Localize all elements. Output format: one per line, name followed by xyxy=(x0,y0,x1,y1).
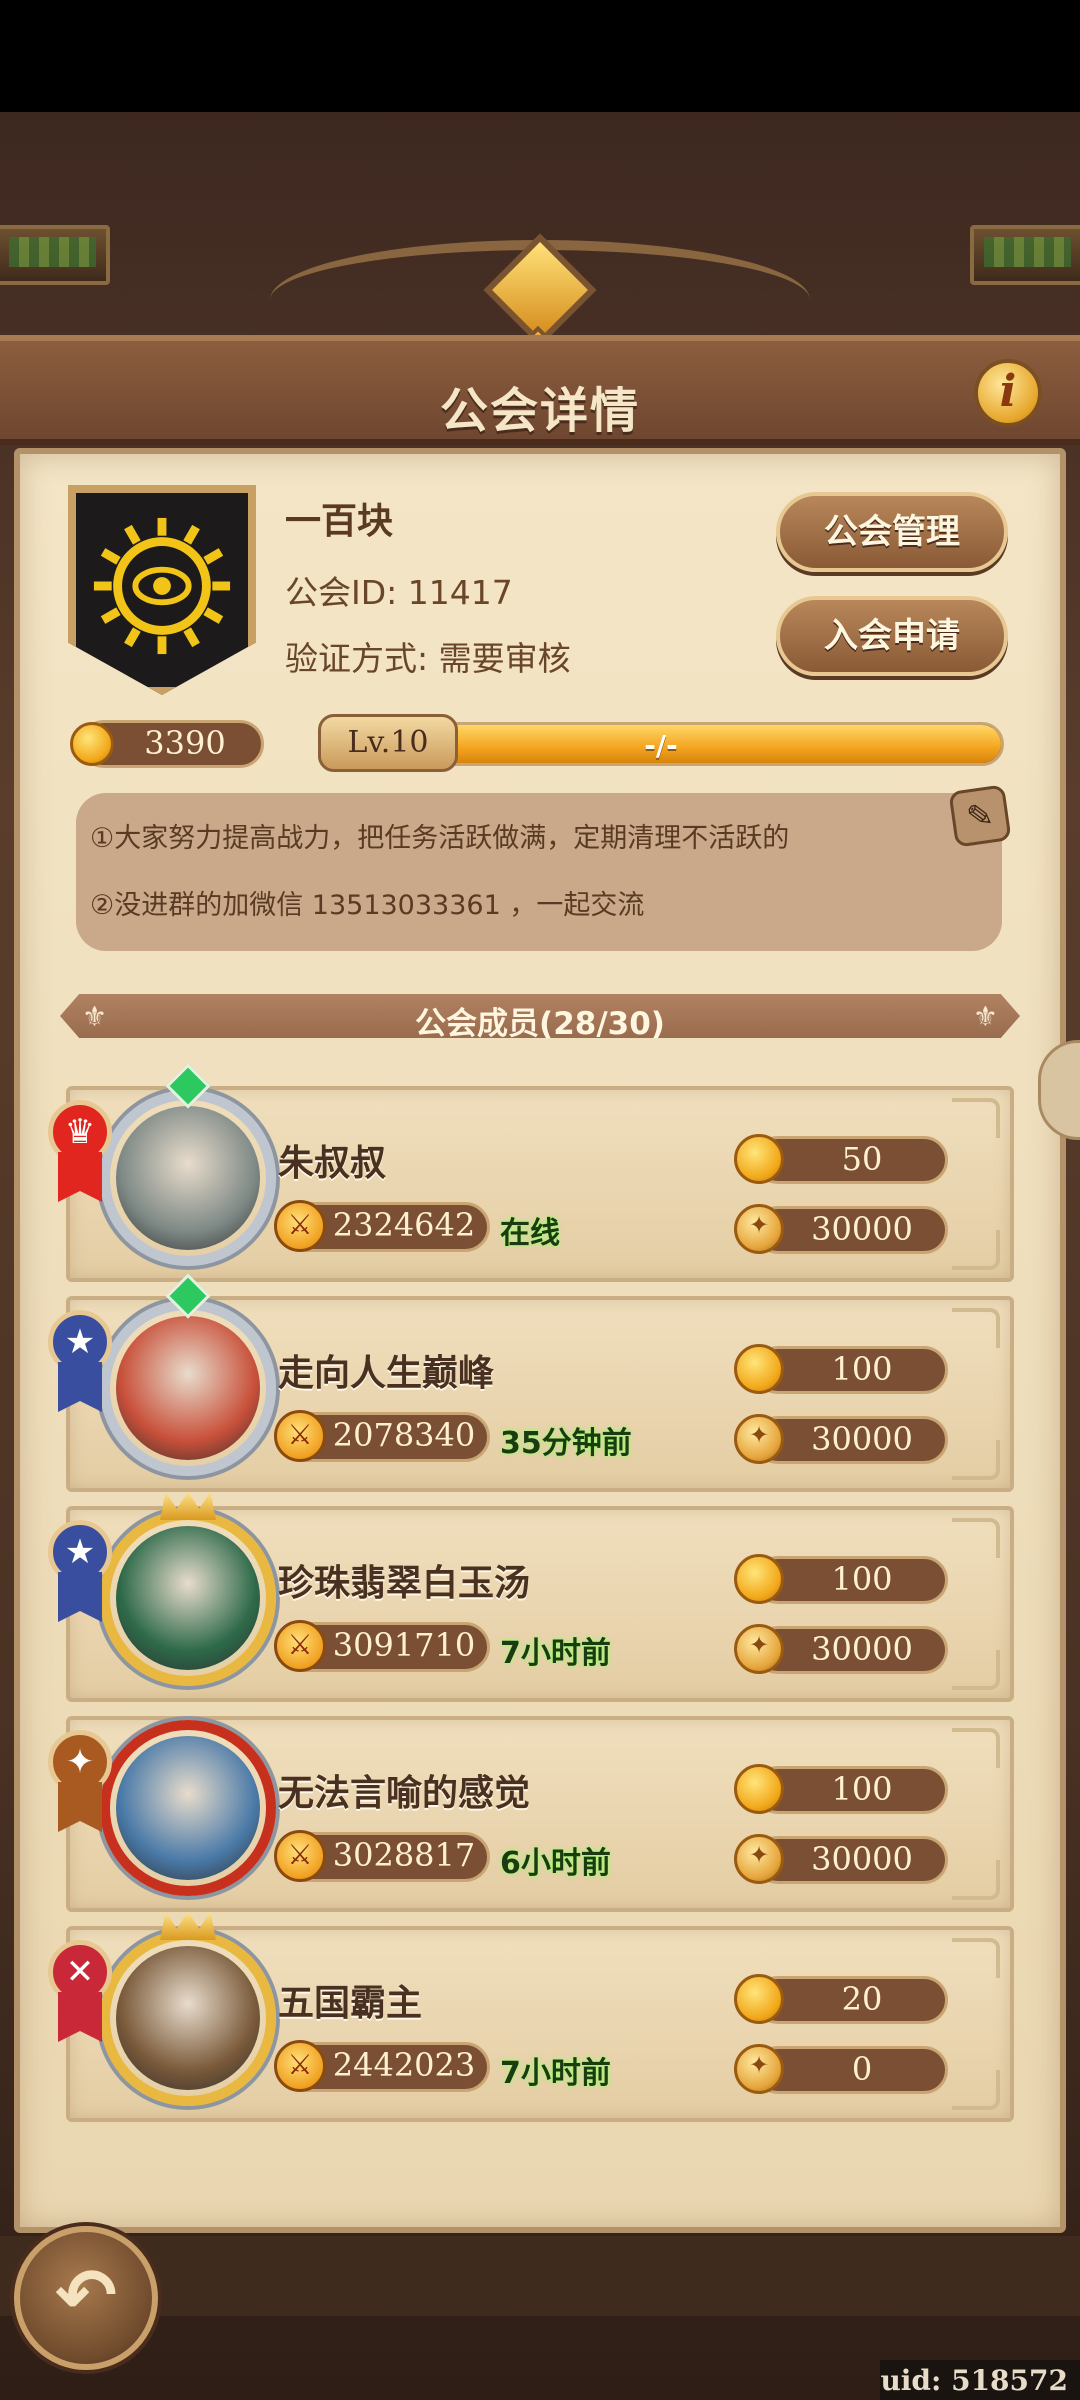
member-status: 7小时前 xyxy=(500,2056,611,2091)
member-contribution: 100 xyxy=(831,1350,893,1388)
member-contribution: 20 xyxy=(841,1980,883,2018)
rank-ribbon xyxy=(58,1992,102,2042)
page-title: 公会详情 xyxy=(439,383,640,439)
member-donation: 30000 xyxy=(811,1630,913,1668)
guild-id: 公会ID: 11417 xyxy=(285,573,513,612)
edit-notice-quill-icon[interactable]: ✎ xyxy=(948,784,1012,848)
member-name: 珍珠翡翠白玉汤 xyxy=(278,1563,531,1604)
sun-ray xyxy=(124,627,141,648)
member-donation: 30000 xyxy=(811,1210,913,1248)
member-power: 3028817 xyxy=(332,1836,476,1874)
member-power: 2324642 xyxy=(332,1206,476,1244)
member-donation: 30000 xyxy=(811,1840,913,1878)
rank-badge: ★ xyxy=(48,1310,112,1414)
battle-power-icon: ⚔ xyxy=(274,2040,326,2092)
member-row[interactable]: ✦ 无法言喻的感觉 ⚔ 3028817 6小时前 100 30000 xyxy=(48,1716,1014,1912)
guild-level-badge: Lv.10 xyxy=(318,714,458,772)
member-row[interactable]: ★ 走向人生巅峰 ⚔ 2078340 35分钟前 100 30000 xyxy=(48,1273,1014,1492)
status-bar-area xyxy=(0,0,1080,112)
sun-eye-icon xyxy=(88,512,236,660)
gold-coin-icon xyxy=(734,1134,784,1184)
bottom-bar xyxy=(0,2236,1080,2316)
eagle-coin-icon xyxy=(734,1204,784,1254)
rank-badge: ★ xyxy=(48,1520,112,1624)
left-pillar-decoration xyxy=(0,225,110,285)
join-requests-button[interactable]: 入会申请 xyxy=(776,596,1008,676)
member-power: 2442023 xyxy=(332,2046,476,2084)
member-status: 6小时前 xyxy=(500,1846,611,1881)
rank-badge: ♛ xyxy=(48,1100,112,1204)
eagle-coin-icon xyxy=(734,2044,784,2094)
sun-ray xyxy=(203,548,224,565)
sun-ray xyxy=(183,524,200,545)
rank-ribbon xyxy=(58,1362,102,1412)
member-name: 无法言喻的感觉 xyxy=(278,1773,531,1814)
user-uid: uid: 518572 xyxy=(880,2364,1068,2397)
member-name: 五国霸主 xyxy=(278,1983,423,2024)
member-contribution: 100 xyxy=(831,1560,893,1598)
member-status: 7小时前 xyxy=(500,1636,611,1671)
sun-ray xyxy=(183,627,200,648)
guild-name: 一百块 xyxy=(285,501,394,542)
member-power: 3091710 xyxy=(332,1626,476,1664)
sun-ray xyxy=(203,607,224,624)
rank-badge: ✕ xyxy=(48,1940,112,2044)
gold-coin-icon xyxy=(734,1764,784,1814)
info-icon[interactable]: i xyxy=(974,359,1042,427)
avatar[interactable] xyxy=(116,1106,260,1250)
fleur-right-icon: ⚜ xyxy=(972,1000,998,1033)
member-status: 35分钟前 xyxy=(500,1426,632,1461)
gold-coin-icon xyxy=(734,1554,784,1604)
title-bar: 公会详情 i xyxy=(0,335,1080,445)
avatar[interactable] xyxy=(116,1946,260,2090)
sun-ray xyxy=(100,548,121,565)
back-arrow-icon[interactable]: ↶ xyxy=(14,2226,158,2370)
right-pillar-decoration xyxy=(970,225,1080,285)
battle-power-icon: ⚔ xyxy=(274,1410,326,1462)
notice-line-1: ①大家努力提高战力，把任务活跃做满，定期清理不活跃的 xyxy=(90,823,790,854)
members-count-title: 公会成员(28/30) xyxy=(415,1006,665,1042)
battle-power-icon: ⚔ xyxy=(274,1830,326,1882)
avatar[interactable] xyxy=(116,1736,260,1880)
rank-ribbon xyxy=(58,1572,102,1622)
member-contribution: 50 xyxy=(841,1140,883,1178)
guild-manage-button[interactable]: 公会管理 xyxy=(776,492,1008,572)
guild-verify-mode: 验证方式: 需要审核 xyxy=(285,639,571,678)
member-donation: 0 xyxy=(851,2050,873,2088)
battle-power-icon: ⚔ xyxy=(274,1620,326,1672)
members-section-header: ⚜ 公会成员(28/30) ⚜ xyxy=(60,994,1020,1038)
member-power: 2078340 xyxy=(332,1416,476,1454)
eagle-coin-icon xyxy=(734,1624,784,1674)
member-row[interactable]: ♛ 朱叔叔 ⚔ 2324642 在线 50 30000 xyxy=(48,1063,1014,1282)
member-status: 在线 xyxy=(500,1216,560,1251)
sun-ray xyxy=(100,607,121,624)
gold-coin-icon xyxy=(734,1974,784,2024)
guild-fund-value: 3390 xyxy=(144,724,226,762)
gold-coin-icon xyxy=(70,722,114,766)
rank-badge: ✦ xyxy=(48,1730,112,1834)
notice-line-2: ②没进群的加微信 13513033361 ，一起交流 xyxy=(90,890,645,921)
rank-ribbon xyxy=(58,1152,102,1202)
member-name: 走向人生巅峰 xyxy=(278,1353,495,1394)
eagle-coin-icon xyxy=(734,1414,784,1464)
rank-ribbon xyxy=(58,1782,102,1832)
gold-coin-icon xyxy=(734,1344,784,1394)
member-row[interactable]: ★ 珍珠翡翠白玉汤 ⚔ 3091710 7小时前 100 30000 xyxy=(48,1492,1014,1702)
avatar[interactable] xyxy=(116,1316,260,1460)
sun-ray xyxy=(124,524,141,545)
battle-power-icon: ⚔ xyxy=(274,1200,326,1252)
eagle-coin-icon xyxy=(734,1834,784,1884)
member-name: 朱叔叔 xyxy=(278,1143,387,1184)
member-row[interactable]: ✕ 五国霸主 ⚔ 2442023 7小时前 20 0 xyxy=(48,1912,1014,2122)
avatar[interactable] xyxy=(116,1526,260,1670)
member-donation: 30000 xyxy=(811,1420,913,1458)
member-contribution: 100 xyxy=(831,1770,893,1808)
